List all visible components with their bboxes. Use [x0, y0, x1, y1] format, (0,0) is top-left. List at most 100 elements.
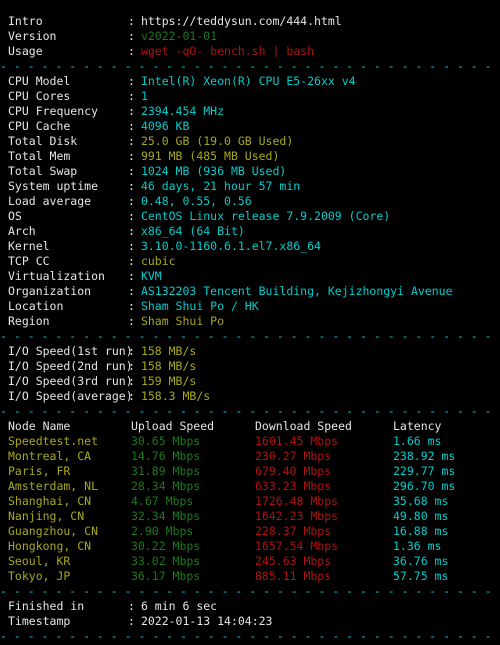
table-row: Hongkong, CN 30.22 Mbps 1657.54 Mbps 1.36 m… — [0, 539, 500, 554]
label-virtualization: Virtualization — [8, 269, 105, 283]
table-row: Speedtest.net 30.65 Mbps 1601.45 Mbps 1.66 … — [0, 434, 500, 449]
colon-total-mem: : — [128, 149, 135, 163]
colon-finished-in: : — [128, 599, 135, 613]
cell-download-speed: 679.40 Mbps — [255, 464, 332, 478]
cell-latency: 229.77 ms — [393, 464, 456, 478]
cell-download-speed: 1601.45 Mbps — [255, 434, 339, 448]
colon-intro: : — [128, 14, 135, 28]
cell-upload-speed: 30.65 Mbps — [131, 434, 201, 448]
label-organization: Organization — [8, 284, 92, 298]
row-load-average: Load average:0.48, 0.55, 0.56 — [0, 194, 500, 209]
label-intro: Intro — [8, 14, 43, 28]
row-intro: Intro: https://teddysun.com/444.html — [0, 14, 500, 29]
colon-system-uptime: : — [128, 179, 135, 193]
cell-node-name: Amsterdam, NL — [8, 479, 99, 493]
row-io-2nd: I/O Speed(2nd run): 158 MB/s — [0, 359, 500, 374]
cell-upload-speed: 2.90 Mbps — [131, 524, 194, 538]
row-arch: Arch: x86_64 (64 Bit) — [0, 224, 500, 239]
colon-io-average: : — [128, 389, 135, 403]
label-total-swap: Total Swap — [8, 164, 78, 178]
row-system-uptime: System uptime:46 days, 21 hour 57 min — [0, 179, 500, 194]
row-total-disk: Total Disk:25.0 GB (19.0 GB Used) — [0, 134, 500, 149]
cell-node-name: Tokyo, JP — [8, 569, 71, 583]
cell-latency: 49.80 ms — [393, 509, 449, 523]
label-load-average: Load average — [8, 194, 92, 208]
colon-kernel: : — [128, 239, 135, 253]
cell-upload-speed: 28.34 Mbps — [131, 479, 201, 493]
cell-latency: 1.36 ms — [393, 539, 442, 553]
row-organization: Organization: AS132203 Tencent Building, … — [0, 284, 500, 299]
cell-download-speed: 245.63 Mbps — [255, 554, 332, 568]
colon-io-1st: : — [128, 344, 135, 358]
colon-total-swap: : — [128, 164, 135, 178]
speedtest-header-row: Node Name Upload Speed Download Speed Laten… — [0, 419, 500, 434]
cell-latency: 57.75 ms — [393, 569, 449, 583]
colon-cpu-cache: : — [128, 119, 135, 133]
row-os: OS: CentOS Linux release 7.9.2009 (Core) — [0, 209, 500, 224]
cell-node-name: Nanjing, CN — [8, 509, 85, 523]
table-row: Paris, FR 31.89 Mbps 679.40 Mbps 229.77 ms — [0, 464, 500, 479]
column-header-download-speed: Download Speed — [255, 419, 352, 433]
colon-cpu-frequency: : — [128, 104, 135, 118]
value-region: Sham Shui Po — [140, 314, 225, 328]
cell-download-speed: 1657.54 Mbps — [255, 539, 339, 553]
label-io-2nd: I/O Speed(2nd run) — [8, 359, 133, 373]
cell-download-speed: 1642.23 Mbps — [255, 509, 339, 523]
value-io-average: 158.3 MB/s — [140, 389, 211, 403]
colon-location: : — [128, 299, 135, 313]
colon-cpu-model: : — [128, 74, 135, 88]
label-usage: Usage — [8, 44, 43, 58]
separator-1: - - - - - - - - - - - - - - - - - - - - … — [0, 59, 499, 73]
table-row: Shanghai, CN 4.67 Mbps 1726.48 Mbps 35.68 m… — [0, 494, 500, 509]
cell-download-speed: 230.27 Mbps — [255, 449, 332, 463]
cell-latency: 16.88 ms — [393, 524, 449, 538]
cell-latency: 296.70 ms — [393, 479, 456, 493]
value-usage: wget -qO- bench.sh | bash — [140, 44, 315, 58]
column-header-node-name: Node Name — [8, 419, 71, 433]
row-kernel: Kernel:3.10.0-1160.6.1.el7.x86_64 — [0, 239, 500, 254]
label-io-3rd: I/O Speed(3rd run) — [8, 374, 133, 388]
value-io-1st: 158 MB/s — [140, 344, 197, 358]
banner-title-line: -------------------- A Bench.sh Script B… — [0, 0, 500, 14]
separator-2: - - - - - - - - - - - - - - - - - - - - … — [0, 329, 499, 343]
label-arch: Arch — [8, 224, 36, 238]
value-io-2nd: 158 MB/s — [140, 359, 197, 373]
value-total-swap: 1024 MB (936 MB Used) — [140, 164, 287, 178]
intro-section: Intro: https://teddysun.com/444.html Vers… — [0, 14, 500, 59]
label-total-mem: Total Mem — [8, 149, 71, 163]
row-tcp-cc: TCP CC: cubic — [0, 254, 500, 269]
column-header-latency: Latency — [393, 419, 442, 433]
value-system-uptime: 46 days, 21 hour 57 min — [140, 179, 301, 193]
cell-node-name: Guangzhou, CN — [8, 524, 99, 538]
table-row: Amsterdam, NL 28.34 Mbps 633.23 Mbps 296.70… — [0, 479, 500, 494]
row-io-3rd: I/O Speed(3rd run): 159 MB/s — [0, 374, 500, 389]
label-cpu-cache: CPU Cache — [8, 119, 71, 133]
cell-upload-speed: 33.02 Mbps — [131, 554, 201, 568]
row-region: Region: Sham Shui Po — [0, 314, 500, 329]
cell-download-speed: 228.37 Mbps — [255, 524, 332, 538]
label-region: Region — [8, 314, 50, 328]
row-cpu-cores: CPU Cores:1 — [0, 89, 500, 104]
colon-os: : — [128, 209, 135, 223]
table-row: Guangzhou, CN 2.90 Mbps 228.37 Mbps 16.88 m… — [0, 524, 500, 539]
row-cpu-frequency: CPU Frequency:2394.454 MHz — [0, 104, 500, 119]
row-timestamp: Timestamp:2022-01-13 14:04:23 — [0, 614, 500, 629]
value-total-disk: 25.0 GB (19.0 GB Used) — [140, 134, 294, 148]
column-header-upload-speed: Upload Speed — [131, 419, 215, 433]
row-cpu-cache: CPU Cache:4096 KB — [0, 119, 500, 134]
colon-load-average: : — [128, 194, 135, 208]
cell-latency: 1.66 ms — [393, 434, 442, 448]
label-tcp-cc: TCP CC — [8, 254, 50, 268]
value-total-mem: 991 MB (485 MB Used) — [140, 149, 280, 163]
row-cpu-model: CPU Model: Intel(R) Xeon(R) CPU E5-26xx v… — [0, 74, 500, 89]
table-row: Montreal, CA 14.76 Mbps 230.27 Mbps 238.92 … — [0, 449, 500, 464]
value-arch: x86_64 (64 Bit) — [140, 224, 245, 238]
label-cpu-frequency: CPU Frequency — [8, 104, 99, 118]
cell-upload-speed: 36.17 Mbps — [131, 569, 201, 583]
value-intro: https://teddysun.com/444.html — [140, 14, 342, 28]
cell-latency: 36.76 ms — [393, 554, 449, 568]
row-virtualization: Virtualization: KVM — [0, 269, 500, 284]
label-timestamp: Timestamp — [8, 614, 71, 628]
label-cpu-model: CPU Model — [8, 74, 71, 88]
cell-node-name: Shanghai, CN — [8, 494, 92, 508]
